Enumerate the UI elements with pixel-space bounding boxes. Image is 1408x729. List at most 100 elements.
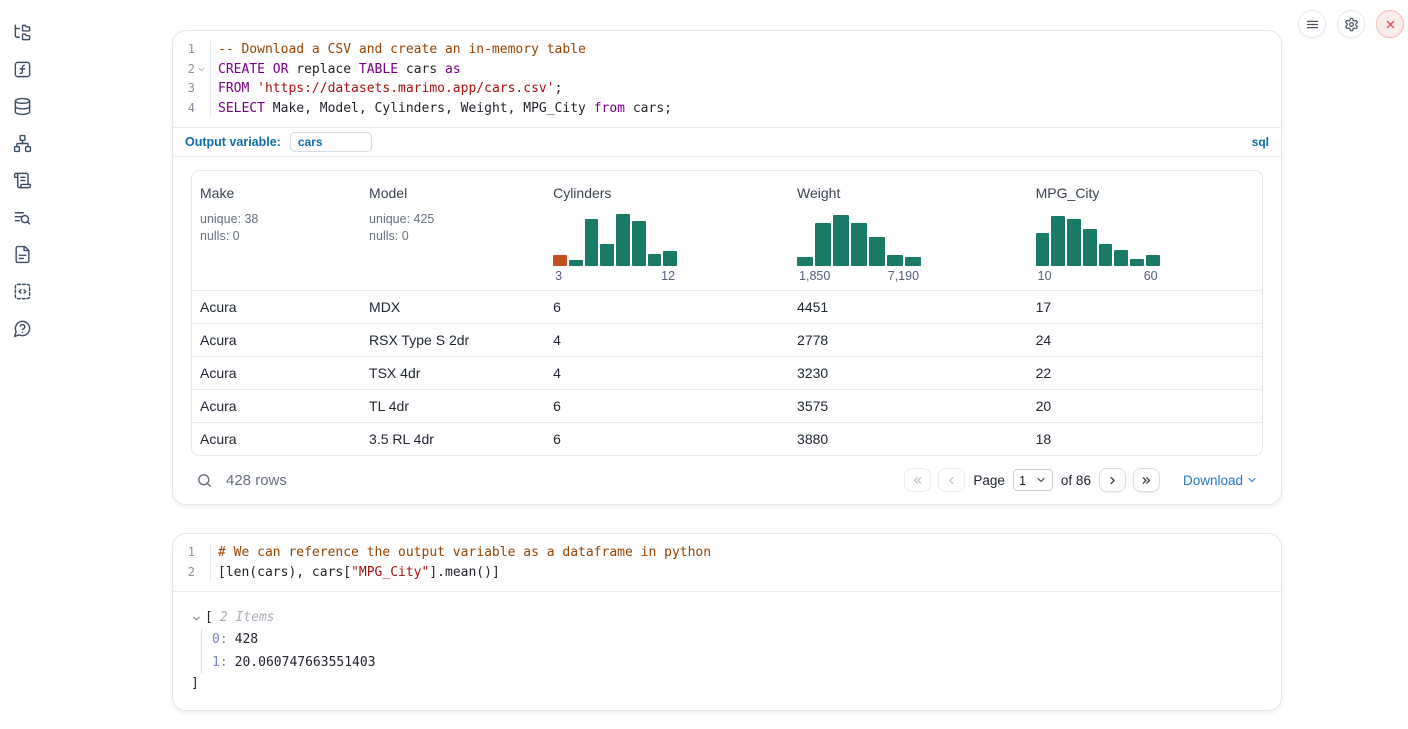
- table-cell: 20: [1028, 398, 1262, 414]
- column-header-make: Make unique: 38nulls: 0: [192, 185, 361, 283]
- sql-cell: 1 -- Download a CSV and create an in-memo…: [172, 30, 1282, 505]
- sidebar-file-explorer-button[interactable]: [12, 22, 32, 42]
- table-cell: 2778: [789, 332, 1028, 348]
- table-cell: 3575: [789, 398, 1028, 414]
- next-page-button[interactable]: [1099, 468, 1126, 492]
- column-header-mpg_city: MPG_City 1060: [1028, 185, 1262, 283]
- code-text: FROM 'https://datasets.marimo.app/cars.c…: [210, 79, 1281, 99]
- column-name[interactable]: Cylinders: [553, 185, 781, 201]
- table-cell: Acura: [192, 332, 361, 348]
- output-variable-input[interactable]: [290, 132, 372, 152]
- sidebar-documentation-button[interactable]: [12, 244, 32, 264]
- column-header-cylinders: Cylinders 312: [545, 185, 789, 283]
- column-name[interactable]: Weight: [797, 185, 1020, 201]
- tree-collapse-chevron-icon[interactable]: [191, 613, 205, 624]
- code-text: # We can reference the output variable a…: [210, 543, 1281, 563]
- sidebar-snippets-button[interactable]: [12, 281, 32, 301]
- page-total-label: of 86: [1061, 473, 1091, 488]
- tree-close-bracket: ]: [191, 674, 1263, 694]
- line-number: 2: [173, 563, 195, 583]
- close-icon: [1383, 17, 1398, 32]
- prev-page-button[interactable]: [938, 468, 965, 492]
- histogram-bar: [616, 214, 630, 266]
- histogram-bar: [648, 254, 662, 266]
- histogram-bar: [1051, 216, 1065, 266]
- column-header-model: Model unique: 425nulls: 0: [361, 185, 545, 283]
- page-select[interactable]: 1: [1013, 469, 1053, 491]
- folder-tree-icon: [13, 23, 32, 42]
- histogram-bar: [1114, 250, 1128, 266]
- histogram-axis-labels: 312: [553, 269, 677, 283]
- document-icon: [13, 245, 32, 264]
- tree-entry-value: 428: [235, 632, 258, 647]
- first-page-button[interactable]: [904, 468, 931, 492]
- histogram-bar: [1130, 259, 1144, 266]
- chevron-down-icon: [1035, 474, 1047, 486]
- line-number: 2: [173, 60, 195, 80]
- sidebar-dependencies-button[interactable]: [12, 133, 32, 153]
- table-cell: Acura: [192, 365, 361, 381]
- code-line: 3FROM 'https://datasets.marimo.app/cars.…: [173, 79, 1281, 99]
- sidebar-scratchpad-button[interactable]: [12, 59, 32, 79]
- language-badge[interactable]: sql: [1252, 135, 1269, 149]
- scroll-text-icon: [13, 171, 32, 190]
- list-search-icon: [13, 208, 32, 227]
- sidebar-variables-button[interactable]: [12, 170, 32, 190]
- search-icon[interactable]: [196, 472, 213, 489]
- function-square-icon: [13, 60, 32, 79]
- tree-items-count: 2 Items: [220, 607, 275, 629]
- python-code-editor[interactable]: 1# We can reference the output variable …: [173, 534, 1281, 591]
- shutdown-button[interactable]: [1376, 10, 1404, 38]
- fold-chevron-icon[interactable]: [195, 60, 208, 80]
- table-cell: 3880: [789, 431, 1028, 447]
- download-button[interactable]: Download: [1183, 473, 1258, 488]
- tree-entry: 0: 428: [212, 629, 1263, 652]
- table-cell: Acura: [192, 431, 361, 447]
- table-cell: 24: [1028, 332, 1262, 348]
- last-page-button[interactable]: [1133, 468, 1160, 492]
- column-name[interactable]: MPG_City: [1036, 185, 1254, 201]
- chevron-down-icon: [197, 65, 206, 74]
- histogram-bar: [569, 260, 583, 266]
- tree-entry-key: 0:: [212, 632, 228, 647]
- histogram-bar: [585, 219, 599, 266]
- histogram-bar: [833, 215, 849, 266]
- table-cell: 4: [545, 332, 789, 348]
- table-cell: MDX: [361, 299, 545, 315]
- tree-root-row: [ 2 Items: [191, 607, 1263, 629]
- histogram-axis-labels: 1060: [1036, 269, 1160, 283]
- data-table: Make unique: 38nulls: 0 Model unique: 425nu…: [191, 170, 1263, 456]
- column-name[interactable]: Make: [200, 185, 353, 201]
- code-snippet-icon: [13, 282, 32, 301]
- sidebar-datasources-button[interactable]: [12, 96, 32, 116]
- chevron-down-icon: [1246, 474, 1258, 486]
- column-name[interactable]: Model: [369, 185, 537, 201]
- code-text: -- Download a CSV and create an in-memor…: [210, 40, 1281, 60]
- column-histogram: 312: [553, 214, 677, 283]
- chevron-left-icon: [945, 474, 958, 487]
- table-cell: TL 4dr: [361, 398, 545, 414]
- table-cell: 3.5 RL 4dr: [361, 431, 545, 447]
- table-row: Acura3.5 RL 4dr6388018: [192, 422, 1262, 455]
- table-cell: 6: [545, 398, 789, 414]
- row-count: 428 rows: [226, 472, 287, 489]
- column-stats: unique: 38nulls: 0: [200, 211, 353, 244]
- code-line: 2[len(cars), cars["MPG_City"].mean()]: [173, 563, 1281, 583]
- sidebar-help-button[interactable]: [12, 318, 32, 338]
- chevrons-left-icon: [911, 474, 924, 487]
- settings-button[interactable]: [1337, 10, 1365, 38]
- histogram-bar: [887, 255, 903, 266]
- table-row: AcuraTL 4dr6357520: [192, 389, 1262, 422]
- sql-code-editor[interactable]: 1-- Download a CSV and create an in-memo…: [173, 31, 1281, 127]
- download-label: Download: [1183, 473, 1243, 488]
- column-stats: unique: 425nulls: 0: [369, 211, 537, 244]
- table-row: AcuraTSX 4dr4323022: [192, 356, 1262, 389]
- table-cell: 4: [545, 365, 789, 381]
- fold-spacer: [195, 79, 208, 99]
- histogram-bar: [1067, 219, 1081, 266]
- fold-spacer: [195, 563, 208, 583]
- table-cell: 3230: [789, 365, 1028, 381]
- notebook-menu-button[interactable]: [1298, 10, 1326, 38]
- sidebar-logs-button[interactable]: [12, 207, 32, 227]
- histogram-bar: [1146, 255, 1160, 266]
